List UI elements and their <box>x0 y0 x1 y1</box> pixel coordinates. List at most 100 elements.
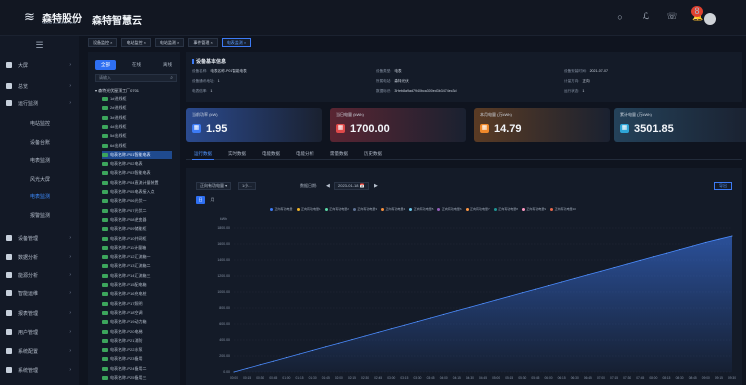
tree-node-label: 电表名称-P22水泵 <box>110 347 143 353</box>
tree-node[interactable]: 电表名称-P17照明 <box>102 300 142 308</box>
tree-node[interactable]: 电表名称-P15配电箱 <box>102 281 146 289</box>
tree-node[interactable]: 电表名称-P09储能柜 <box>102 225 146 233</box>
sidebar-item[interactable]: 电表监测 <box>0 153 79 167</box>
data-point <box>600 270 602 272</box>
tree-search-input[interactable]: 请输入 ⌕ <box>95 74 177 82</box>
avatar[interactable] <box>704 13 716 25</box>
filter-chip[interactable]: 设备监控 × <box>88 38 118 47</box>
tree-node[interactable]: 电表名称-P24备用二 <box>102 365 146 373</box>
tree-node[interactable]: 电表名称-P03智能电表 <box>102 169 150 177</box>
device-info-panel: 设备基本信息 设备名称: 电表名称-P01智能电表 设备类型: 电表 设备安装时间: 20… <box>186 52 742 102</box>
sidebar-item[interactable]: 电表监测 <box>0 189 79 203</box>
filter-chip[interactable]: 事件管理 × <box>188 38 218 47</box>
tree-node[interactable]: 电表名称-P20电梯 <box>102 328 142 336</box>
tree-node[interactable]: 6#出线柜 <box>102 142 126 150</box>
sidebar-item[interactable]: 报警监测 <box>0 208 79 222</box>
tree-node[interactable]: 2#进线柜 <box>102 104 126 112</box>
chevron-icon: › <box>69 83 71 89</box>
sidebar-item[interactable]: 系统配置 › <box>0 344 79 358</box>
y-tick-label: 1200.00 <box>217 274 230 278</box>
tree-node[interactable]: 电表名称-P13汇流箱二 <box>102 262 150 270</box>
data-tab[interactable]: 历史数据 <box>356 148 390 159</box>
sidebar-item[interactable]: 运行监测 › <box>0 96 79 110</box>
tree-node[interactable]: 电表名称-P05电表接入点 <box>102 188 154 196</box>
tree-node-label: 电表名称-P19动力箱 <box>110 319 147 325</box>
sidebar-item[interactable]: 报表管理 › <box>0 306 79 320</box>
data-tab[interactable]: 电能分析 <box>288 148 322 159</box>
tree-node-label: 电表名称-P20电梯 <box>110 328 143 334</box>
meter-icon: ▦ <box>336 124 345 133</box>
sidebar-item[interactable]: 电站监控 <box>0 116 79 130</box>
filter-chip[interactable]: 电站监测 × <box>154 38 185 47</box>
meter-icon <box>102 134 108 139</box>
sidebar-item[interactable]: 总览 › <box>0 79 79 93</box>
tree-node[interactable]: 电表名称-P14汇流箱三 <box>102 272 150 280</box>
tree-node[interactable]: 电表名称-P12汇流箱一 <box>102 253 150 261</box>
tree-tab[interactable]: 离线 <box>157 60 178 70</box>
circle-icon[interactable]: ○ <box>614 12 626 22</box>
tree-node[interactable]: 电表名称-P10并网柜 <box>102 235 146 243</box>
tree-node[interactable]: 电表名称-P18空调 <box>102 309 142 317</box>
phone-icon[interactable]: ☏ <box>666 11 678 22</box>
brush-icon[interactable]: ℒ <box>640 11 652 22</box>
tree-node[interactable]: 4#出线柜 <box>102 123 126 131</box>
device-info-field: 设备名称: 电表名称-P01智能电表 <box>192 69 247 74</box>
tree-node[interactable]: 3#进线柜 <box>102 114 126 122</box>
data-tab[interactable]: 需量数据 <box>322 148 356 159</box>
sidebar-item[interactable]: 用户管理 › <box>0 325 79 339</box>
tree-node-label: 电表名称-P16充电桩 <box>110 291 147 297</box>
data-tab[interactable]: 运行数据 <box>186 148 220 160</box>
tree-node[interactable]: 电表名称-P01智能电表 <box>102 150 172 159</box>
tree-node[interactable]: 5#出线柜 <box>102 132 126 140</box>
sidebar-item[interactable]: 大屏 › <box>0 58 79 72</box>
x-tick-label: 07:45 <box>636 376 644 380</box>
data-tab[interactable]: 电能数据 <box>254 148 288 159</box>
tree-node[interactable]: 电表名称-P06光伏一 <box>102 197 146 205</box>
notification-icon[interactable]: 🔔8 <box>691 6 704 22</box>
search-icon[interactable]: ⌕ <box>170 75 173 81</box>
sidebar-item-label: 电表监测 <box>30 193 51 200</box>
x-tick-label: 05:30 <box>518 376 526 380</box>
tree-node[interactable]: 1#进线柜 <box>102 95 126 103</box>
x-tick-label: 06:30 <box>571 376 579 380</box>
maintenance-icon <box>6 290 12 296</box>
sidebar-item[interactable]: 设备台账 <box>0 135 79 149</box>
sidebar-item[interactable]: 设备管理 › <box>0 231 79 245</box>
tree-node[interactable]: 电表名称-P19动力箱 <box>102 318 146 326</box>
tree-node[interactable]: 电表名称-P02电表 <box>102 160 142 168</box>
x-tick-label: 03:00 <box>387 376 395 380</box>
tree-tab[interactable]: 在线 <box>126 60 147 70</box>
tree-node[interactable]: 电表名称-P22水泵 <box>102 346 142 354</box>
tree-node[interactable]: 电表名称-P07光伏二 <box>102 207 146 215</box>
filter-chip[interactable]: 电表监测 × <box>221 38 252 47</box>
filter-chip[interactable]: 电站监控 × <box>121 38 151 47</box>
tree-node-label: 电表名称-P13汇流箱二 <box>110 263 151 269</box>
sidebar-item-label: 设备管理 <box>18 235 39 242</box>
menu-toggle-icon[interactable]: ☰ <box>0 40 79 52</box>
tree-node[interactable]: 电表名称-P08逆变器 <box>102 216 146 224</box>
tree-node[interactable]: 电表名称-P23备用 <box>102 355 142 363</box>
system-icon <box>6 367 12 373</box>
chevron-icon: › <box>69 367 71 373</box>
data-tab[interactable]: 实时数据 <box>220 148 254 159</box>
tree-node[interactable]: 电表名称-P16充电桩 <box>102 290 146 298</box>
metric-card-value: 1700.00 <box>350 123 390 135</box>
sidebar-item[interactable]: 能源分析 › <box>0 268 79 282</box>
tree-node[interactable]: 电表名称-P21消防 <box>102 337 142 345</box>
sidebar-item[interactable]: 风光大屏 <box>0 172 79 186</box>
metric-card: 当日电量 (kWh) ▦ 1700.00 <box>330 108 466 142</box>
data-point <box>534 288 536 290</box>
sidebar-item[interactable]: 数据分析 › <box>0 250 79 264</box>
y-tick-label: 200.00 <box>219 354 230 358</box>
tree-node[interactable]: 电表名称-P11计量箱 <box>102 244 146 252</box>
tree-tab[interactable]: 全部 <box>95 60 116 70</box>
meter-icon <box>102 190 108 194</box>
tree-node[interactable]: 电表名称-P04直流计量装置 <box>102 179 158 187</box>
sidebar-item-label: 智能运维 <box>18 290 39 297</box>
chevron-icon: › <box>69 290 71 296</box>
sidebar-item[interactable]: 智能运维 › <box>0 286 79 300</box>
tree-root-node[interactable]: ▾ 森特光伏屋顶工厂0701 <box>95 87 139 95</box>
tree-node[interactable]: 电表名称-P25备用三 <box>102 374 146 382</box>
sidebar-item[interactable]: 系统管理 › <box>0 363 79 377</box>
data-point <box>246 367 248 369</box>
